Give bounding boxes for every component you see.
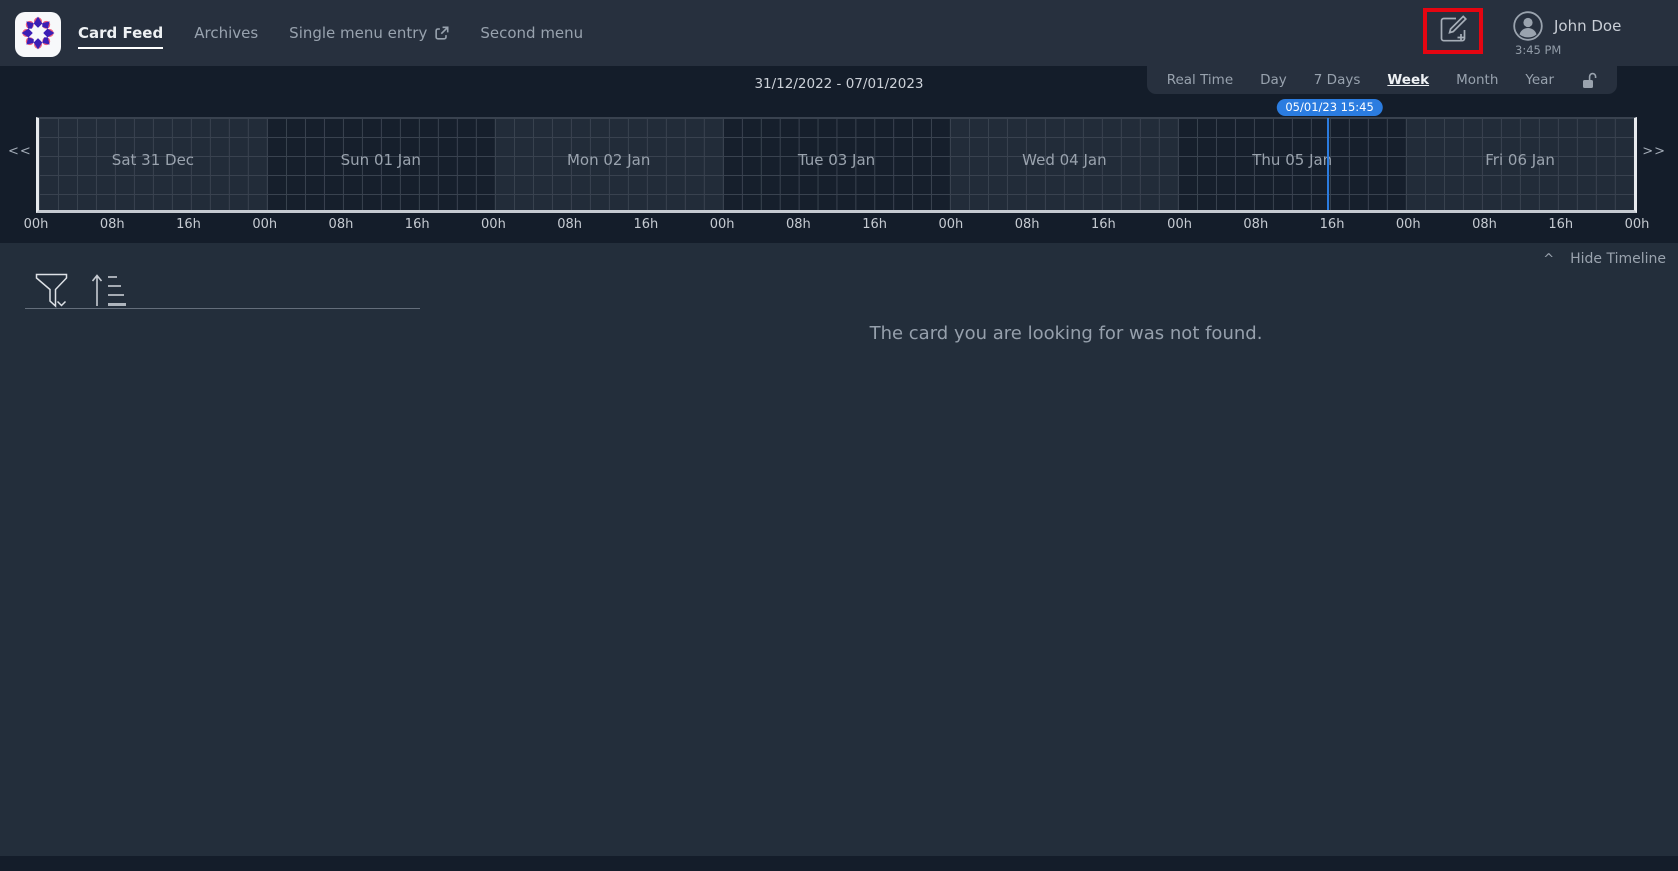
funnel-icon bbox=[37, 275, 67, 307]
timeline-day: Thu 05 Jan bbox=[1178, 118, 1406, 210]
hour-label: 00h bbox=[1167, 217, 1192, 232]
hour-label: 08h bbox=[786, 217, 811, 232]
user-time: 3:45 PM bbox=[1515, 43, 1621, 57]
sort-button[interactable] bbox=[91, 273, 127, 308]
hour-label: 16h bbox=[634, 217, 659, 232]
hour-label: 00h bbox=[938, 217, 963, 232]
timeline-section: 31/12/2022 - 07/01/2023 Real Time Day 7 … bbox=[0, 66, 1678, 243]
hour-label: 16h bbox=[862, 217, 887, 232]
day-label: Sun 01 Jan bbox=[341, 151, 421, 169]
hour-label: 00h bbox=[252, 217, 277, 232]
timeline-marker-pill: 05/01/23 15:45 bbox=[1276, 99, 1382, 116]
caret-up-icon: ^ bbox=[1543, 252, 1554, 267]
hour-label: 00h bbox=[24, 217, 49, 232]
user-name: John Doe bbox=[1554, 17, 1621, 35]
main-nav: Card Feed Archives Single menu entry Sec… bbox=[78, 0, 583, 66]
day-label: Mon 02 Jan bbox=[567, 151, 650, 169]
hour-label: 16h bbox=[176, 217, 201, 232]
main-content: ^ Hide Timeline The card you are looking… bbox=[0, 243, 1678, 856]
navbar: Card Feed Archives Single menu entry Sec… bbox=[0, 0, 1678, 66]
not-found-message: The card you are looking for was not fou… bbox=[870, 323, 1263, 344]
logo-icon bbox=[19, 14, 57, 56]
hour-label: 00h bbox=[710, 217, 735, 232]
unlock-icon[interactable] bbox=[1581, 72, 1597, 89]
nav-item-archives[interactable]: Archives bbox=[194, 24, 258, 42]
hour-label: 16h bbox=[1091, 217, 1116, 232]
timeline-day: Tue 03 Jan bbox=[723, 118, 951, 210]
hide-timeline-label: Hide Timeline bbox=[1570, 251, 1666, 267]
timeline-day: Sun 01 Jan bbox=[267, 118, 495, 210]
timeline-day: Mon 02 Jan bbox=[495, 118, 723, 210]
timeline-prev-button[interactable]: << bbox=[8, 144, 32, 159]
mode-year[interactable]: Year bbox=[1525, 72, 1554, 88]
day-label: Fri 06 Jan bbox=[1485, 151, 1555, 169]
mode-month[interactable]: Month bbox=[1456, 72, 1498, 88]
hour-label: 16h bbox=[405, 217, 430, 232]
timeline-grid[interactable]: Sat 31 Dec Sun 01 Jan Mon 02 Jan Tue 03 … bbox=[36, 117, 1637, 213]
filter-button[interactable] bbox=[35, 273, 71, 308]
bottom-strip bbox=[0, 856, 1678, 871]
day-label: Thu 05 Jan bbox=[1252, 151, 1332, 169]
mode-7-days[interactable]: 7 Days bbox=[1314, 72, 1361, 88]
hour-label: 08h bbox=[1015, 217, 1040, 232]
mode-real-time[interactable]: Real Time bbox=[1167, 72, 1233, 88]
timeline-marker-line bbox=[1327, 118, 1329, 210]
hour-label: 08h bbox=[329, 217, 354, 232]
timeline-next-button[interactable]: >> bbox=[1642, 144, 1666, 159]
sort-arrow-icon bbox=[93, 276, 102, 307]
app-logo[interactable] bbox=[15, 12, 61, 57]
compose-icon bbox=[1436, 12, 1470, 50]
timeline-day: Fri 06 Jan bbox=[1406, 118, 1634, 210]
hour-label: 16h bbox=[1548, 217, 1573, 232]
mode-week[interactable]: Week bbox=[1387, 72, 1429, 88]
nav-item-card-feed[interactable]: Card Feed bbox=[78, 24, 163, 49]
hour-label: 08h bbox=[100, 217, 125, 232]
hour-label: 00h bbox=[1396, 217, 1421, 232]
hour-label: 08h bbox=[1472, 217, 1497, 232]
timeline-day: Wed 04 Jan bbox=[950, 118, 1178, 210]
hour-labels: 00h 08h 16h 00h 08h 16h 00h 08h 16h 00h 08h 16h 00h 0… bbox=[36, 217, 1637, 233]
day-label: Wed 04 Jan bbox=[1022, 151, 1106, 169]
day-label: Sat 31 Dec bbox=[112, 151, 194, 169]
avatar-icon bbox=[1513, 11, 1543, 41]
card-feed-toolbar bbox=[35, 273, 127, 308]
nav-item-label: Single menu entry bbox=[289, 24, 427, 42]
mode-day[interactable]: Day bbox=[1260, 72, 1287, 88]
timeline-day: Sat 31 Dec bbox=[39, 118, 267, 210]
external-link-icon bbox=[434, 26, 449, 41]
hour-label: 08h bbox=[1243, 217, 1268, 232]
nav-item-single-menu-entry[interactable]: Single menu entry bbox=[289, 24, 449, 42]
hour-label: 08h bbox=[557, 217, 582, 232]
panel-divider bbox=[25, 308, 420, 309]
day-label: Tue 03 Jan bbox=[798, 151, 875, 169]
user-row: John Doe bbox=[1513, 11, 1621, 41]
hide-timeline-button[interactable]: ^ Hide Timeline bbox=[1543, 251, 1666, 267]
compose-button-highlighted[interactable] bbox=[1423, 8, 1483, 54]
hour-label: 00h bbox=[1625, 217, 1650, 232]
hour-label: 00h bbox=[481, 217, 506, 232]
hour-label: 16h bbox=[1320, 217, 1345, 232]
user-menu[interactable]: John Doe 3:45 PM bbox=[1513, 11, 1621, 57]
nav-item-second-menu[interactable]: Second menu bbox=[480, 24, 583, 42]
timeline-range-modes: Real Time Day 7 Days Week Month Year bbox=[1147, 66, 1617, 94]
